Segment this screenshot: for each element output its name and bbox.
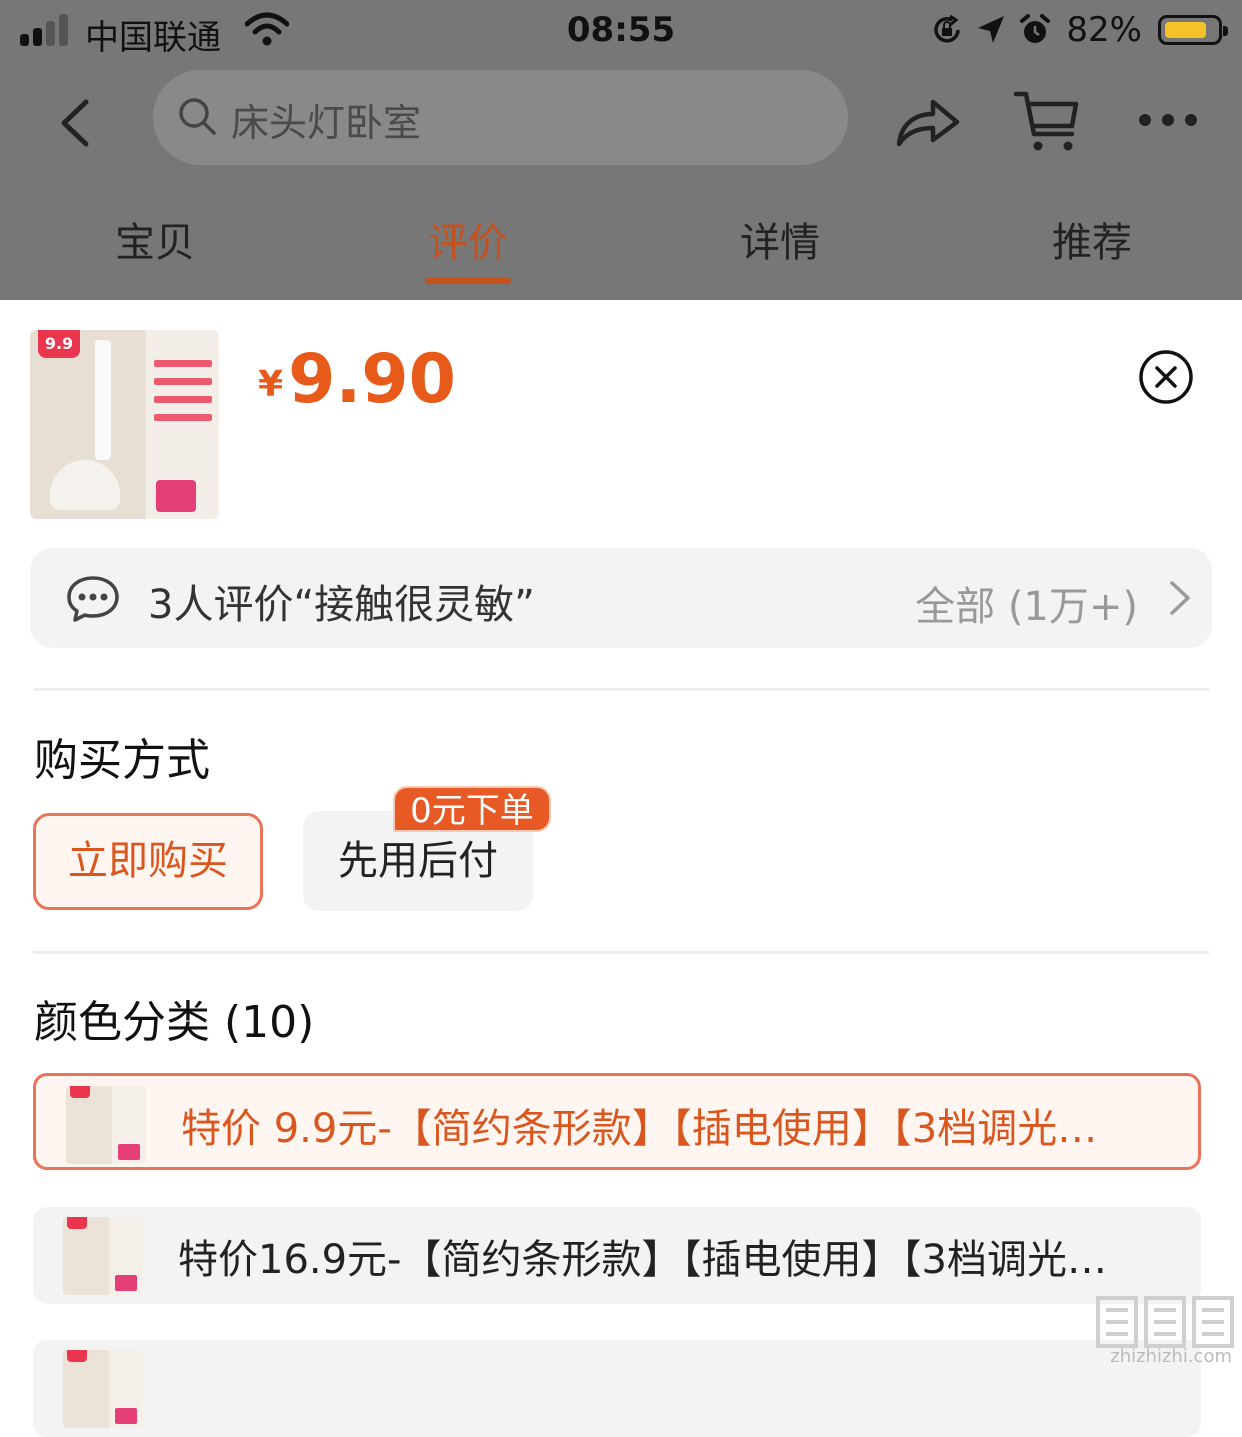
search-icon — [179, 98, 216, 135]
color-option-thumbnail — [63, 1350, 143, 1428]
color-option-thumbnail — [66, 1086, 146, 1164]
share-icon[interactable] — [893, 90, 963, 150]
purchase-method-title: 购买方式 — [34, 735, 210, 786]
color-category-title: 颜色分类 (10) — [34, 997, 315, 1048]
buy-now-option[interactable]: 立即购买 — [33, 813, 263, 910]
chat-bubble-icon — [67, 576, 119, 622]
nav-bar: 床头灯卧室 — [0, 70, 1242, 170]
product-image[interactable]: 9.9 — [30, 330, 219, 519]
chevron-right-icon — [1170, 581, 1190, 615]
battery-icon — [1158, 15, 1228, 45]
color-option-thumbnail — [63, 1217, 143, 1295]
color-option-2[interactable]: 特价16.9元-【简约条形款】【插电使用】【3档调光… — [33, 1207, 1201, 1304]
price-currency: ¥ — [258, 364, 284, 405]
color-option-label: 特价 9.9元-【简约条形款】【插电使用】【3档调光… — [181, 1106, 1098, 1152]
color-option-3[interactable] — [33, 1340, 1201, 1437]
cart-icon[interactable] — [1012, 88, 1082, 154]
tab-baobei[interactable]: 宝贝 — [55, 210, 255, 268]
back-arrow-icon[interactable] — [56, 98, 96, 148]
tab-details[interactable]: 详情 — [680, 210, 880, 268]
tab-recommend[interactable]: 推荐 — [992, 210, 1192, 268]
close-icon[interactable] — [1138, 349, 1194, 405]
watermark-text: zhizhizhi.com — [1110, 1346, 1232, 1367]
divider — [33, 951, 1209, 954]
zero-yuan-badge: 0元下单 — [393, 786, 551, 832]
review-all-link[interactable]: 全部 (1万+) — [915, 574, 1138, 632]
search-bar[interactable]: 床头灯卧室 — [153, 70, 848, 165]
review-summary-row[interactable]: 3人评价“接触很灵敏” 全部 (1万+) — [30, 548, 1212, 648]
divider — [33, 688, 1209, 691]
alarm-icon — [1020, 14, 1051, 43]
status-bar: 中国联通 08:55 82% — [0, 0, 1242, 62]
color-option-1[interactable]: 特价 9.9元-【简约条形款】【插电使用】【3档调光… — [33, 1073, 1201, 1170]
rotation-lock-icon — [934, 14, 961, 43]
location-icon — [978, 16, 1005, 43]
search-placeholder: 床头灯卧室 — [231, 101, 422, 145]
battery-percent: 82% — [1066, 10, 1142, 50]
price-value: 9.90 — [288, 340, 456, 419]
tab-reviews[interactable]: 评价 — [368, 210, 568, 268]
review-summary-text: 3人评价“接触很灵敏” — [148, 582, 535, 628]
tab-active-indicator — [425, 278, 511, 284]
tab-bar: 宝贝 评价 详情 推荐 — [0, 210, 1242, 290]
price: ¥ 9.90 — [258, 340, 456, 419]
more-icon[interactable] — [1135, 108, 1201, 132]
color-option-label: 特价16.9元-【简约条形款】【插电使用】【3档调光… — [178, 1237, 1107, 1283]
product-image-tag: 9.9 — [38, 330, 80, 358]
